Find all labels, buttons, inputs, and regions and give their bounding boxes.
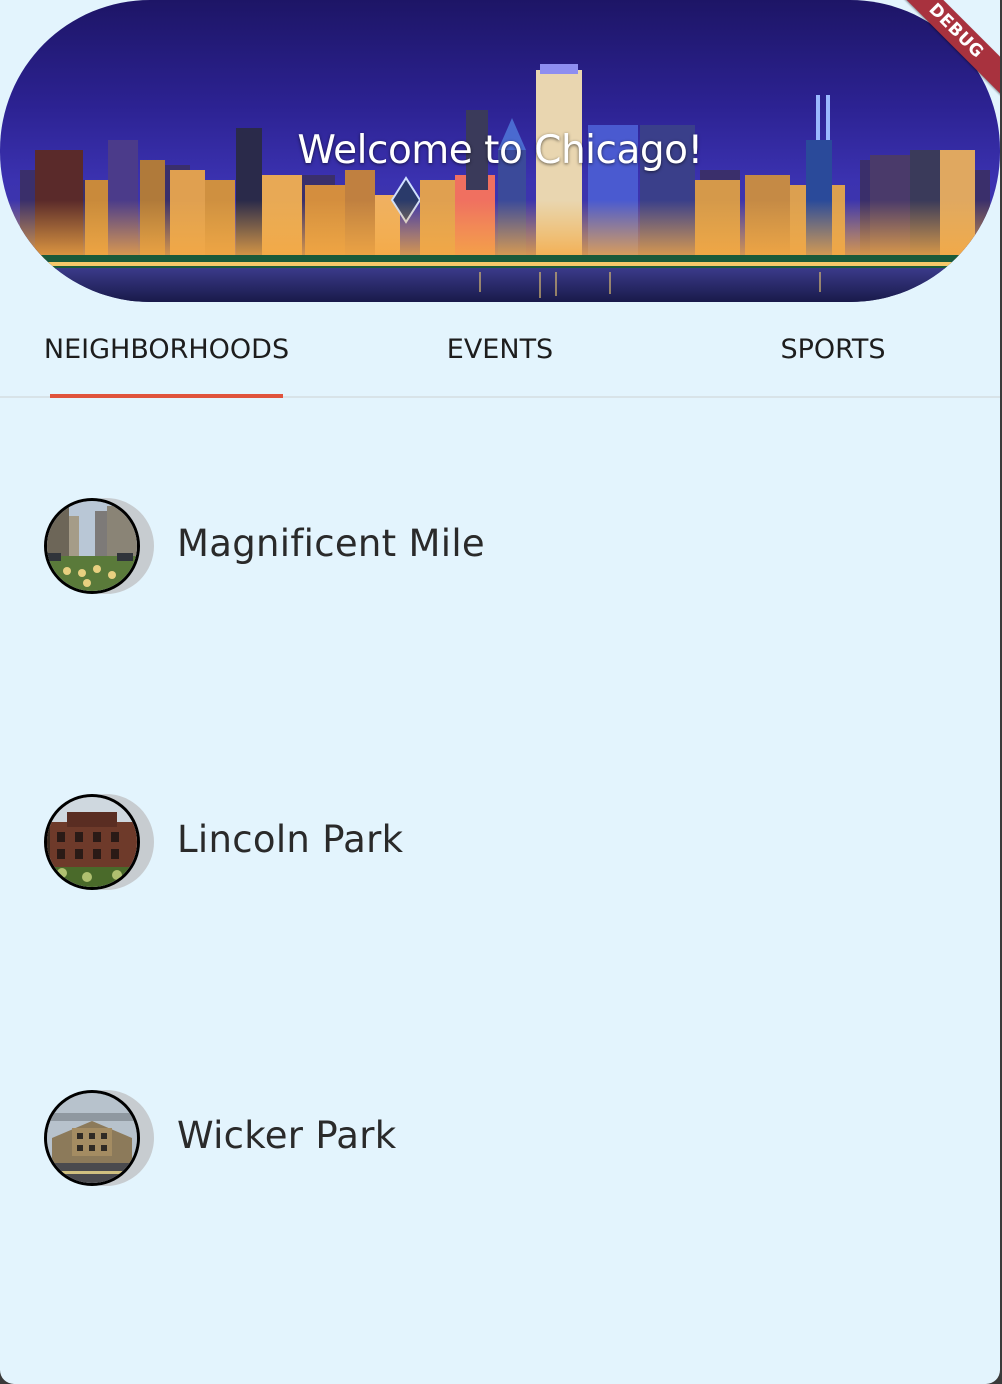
avatar [44, 1090, 154, 1186]
tab-selected-indicator [50, 394, 283, 398]
tab-sports[interactable]: SPORTS [760, 302, 906, 396]
lincoln-park-photo-icon [44, 794, 140, 890]
list-item-lincoln-park[interactable]: Lincoln Park [0, 794, 1000, 894]
wicker-park-photo-icon [44, 1090, 140, 1186]
avatar [44, 794, 154, 890]
list-item-label: Lincoln Park [177, 818, 404, 861]
tab-bar: NEIGHBORHOODS EVENTS SPORTS [0, 302, 1000, 398]
header-title: Welcome to Chicago! [297, 128, 703, 173]
list-item-label: Wicker Park [177, 1114, 397, 1157]
list-item-label: Magnificent Mile [177, 522, 485, 565]
tab-events[interactable]: EVENTS [417, 302, 583, 396]
app-window: Welcome to Chicago! DEBUG NEIGHBORHOODS … [0, 0, 1000, 1384]
list-item-wicker-park[interactable]: Wicker Park [0, 1090, 1000, 1190]
list-item-magnificent-mile[interactable]: Magnificent Mile [0, 498, 1000, 598]
tab-neighborhoods[interactable]: NEIGHBORHOODS [44, 302, 289, 396]
header-banner: Welcome to Chicago! [0, 0, 1000, 302]
avatar [44, 498, 154, 594]
magnificent-mile-photo-icon [44, 498, 140, 594]
